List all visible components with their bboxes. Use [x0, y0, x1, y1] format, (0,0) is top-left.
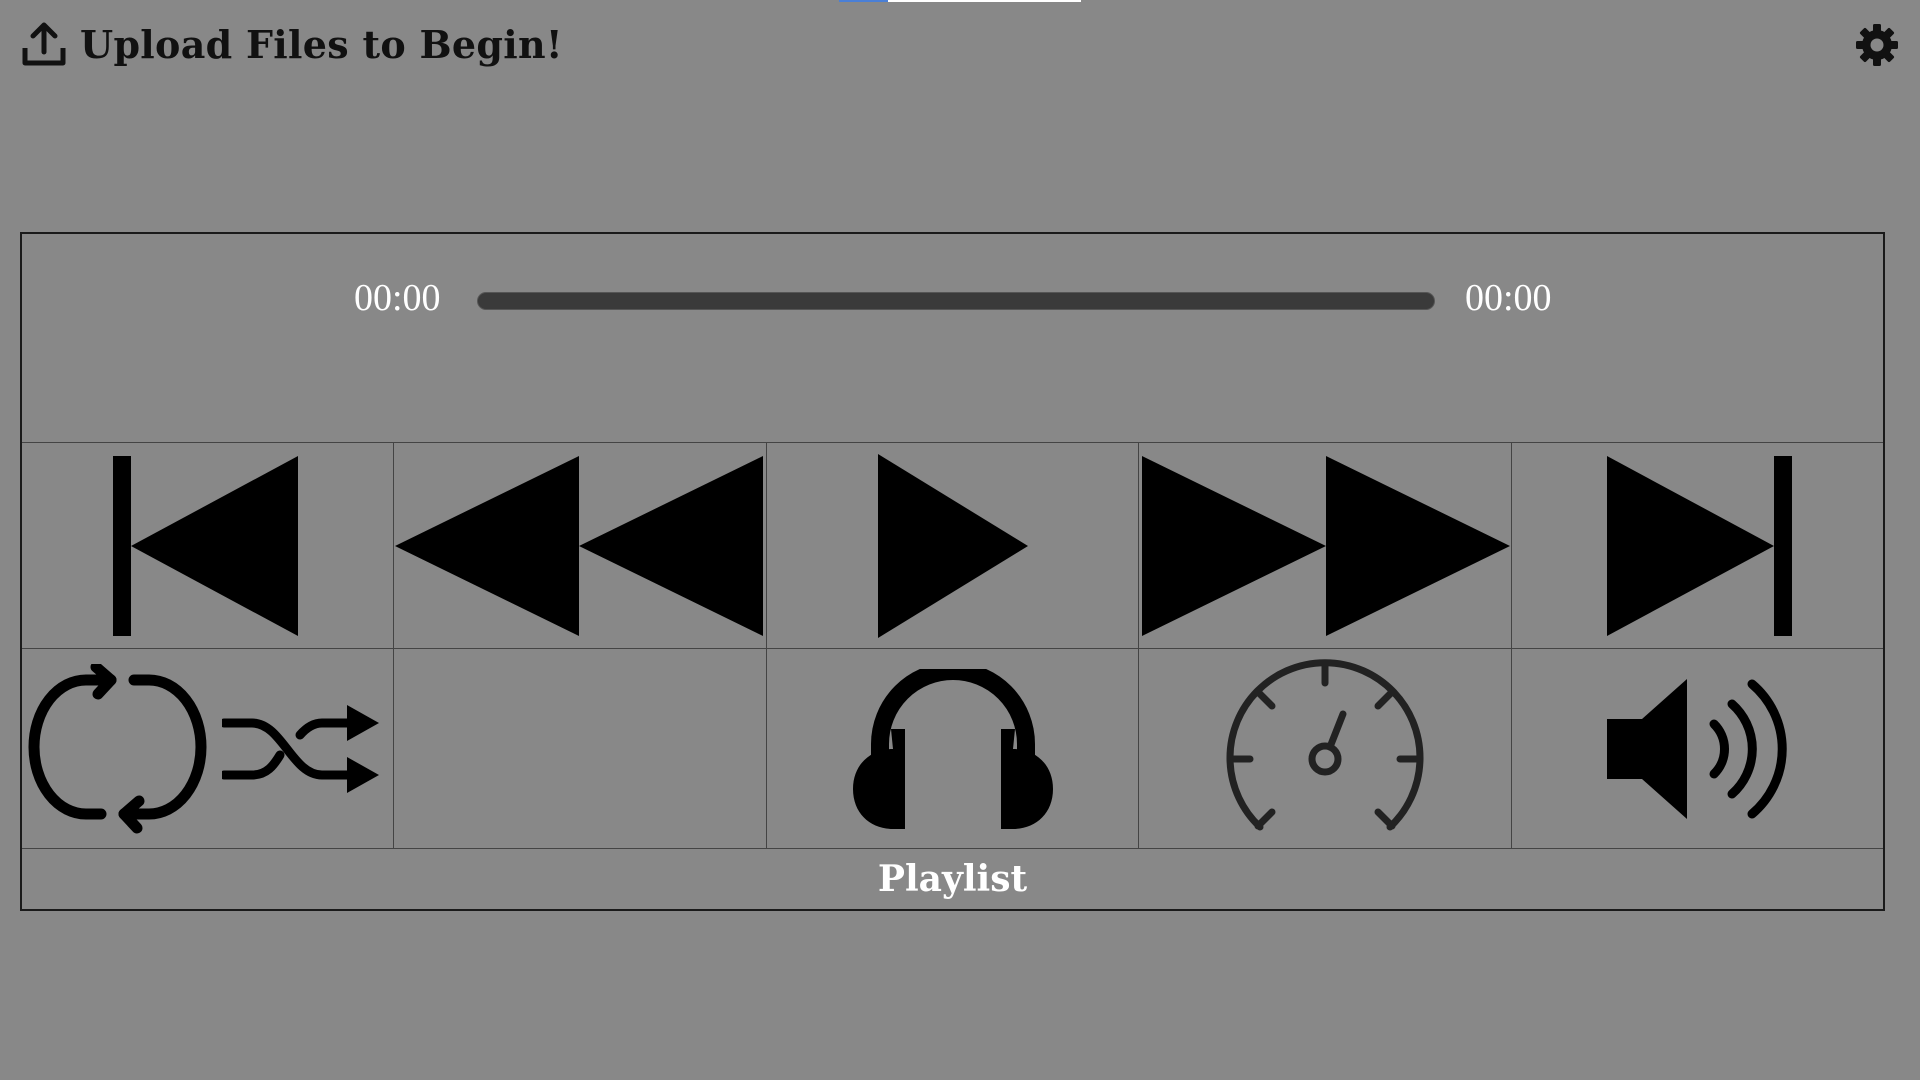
rewind-button[interactable]: [394, 443, 767, 649]
app-root: Upload Files to Begin! 00:00 00:00 Playl…: [0, 0, 1920, 1080]
top-accent-bar: [839, 0, 1081, 2]
play-icon: [873, 451, 1033, 641]
headphones-icon: [852, 668, 1053, 829]
upload-label: Upload Files to Begin!: [80, 21, 563, 67]
volume-button[interactable]: [1511, 649, 1884, 849]
rewind-icon: [395, 451, 765, 641]
skip-next-button[interactable]: [1511, 443, 1884, 649]
skip-previous-button[interactable]: [22, 443, 395, 649]
upload-icon: [20, 20, 68, 68]
transport-controls: [22, 443, 1884, 649]
repeat-shuffle-cell: [22, 649, 395, 849]
audio-output-button[interactable]: [766, 649, 1140, 849]
shuffle-icon[interactable]: [222, 699, 382, 799]
playback-speed-button[interactable]: [1139, 649, 1512, 849]
volume-icon: [1607, 678, 1788, 819]
settings-button[interactable]: [1854, 22, 1900, 68]
current-time: 00:00: [354, 277, 441, 319]
fast-forward-icon: [1140, 451, 1510, 641]
upload-button[interactable]: Upload Files to Begin!: [20, 20, 563, 68]
top-accent-highlight: [839, 0, 888, 2]
gear-icon: [1854, 22, 1900, 68]
audio-player: 00:00 00:00 Playlist: [20, 232, 1885, 911]
tool-controls: [22, 649, 1884, 849]
playlist-toggle[interactable]: Playlist: [22, 849, 1883, 909]
skip-next-icon: [1602, 451, 1793, 641]
progress-area: 00:00 00:00: [22, 234, 1883, 443]
fast-forward-button[interactable]: [1139, 443, 1512, 649]
progress-slider[interactable]: [477, 292, 1435, 310]
repeat-icon[interactable]: [26, 663, 212, 834]
total-time: 00:00: [1465, 277, 1552, 319]
empty-cell: [394, 649, 767, 849]
speedometer-icon: [1225, 658, 1425, 839]
play-button[interactable]: [766, 443, 1140, 649]
skip-previous-icon: [112, 451, 303, 641]
